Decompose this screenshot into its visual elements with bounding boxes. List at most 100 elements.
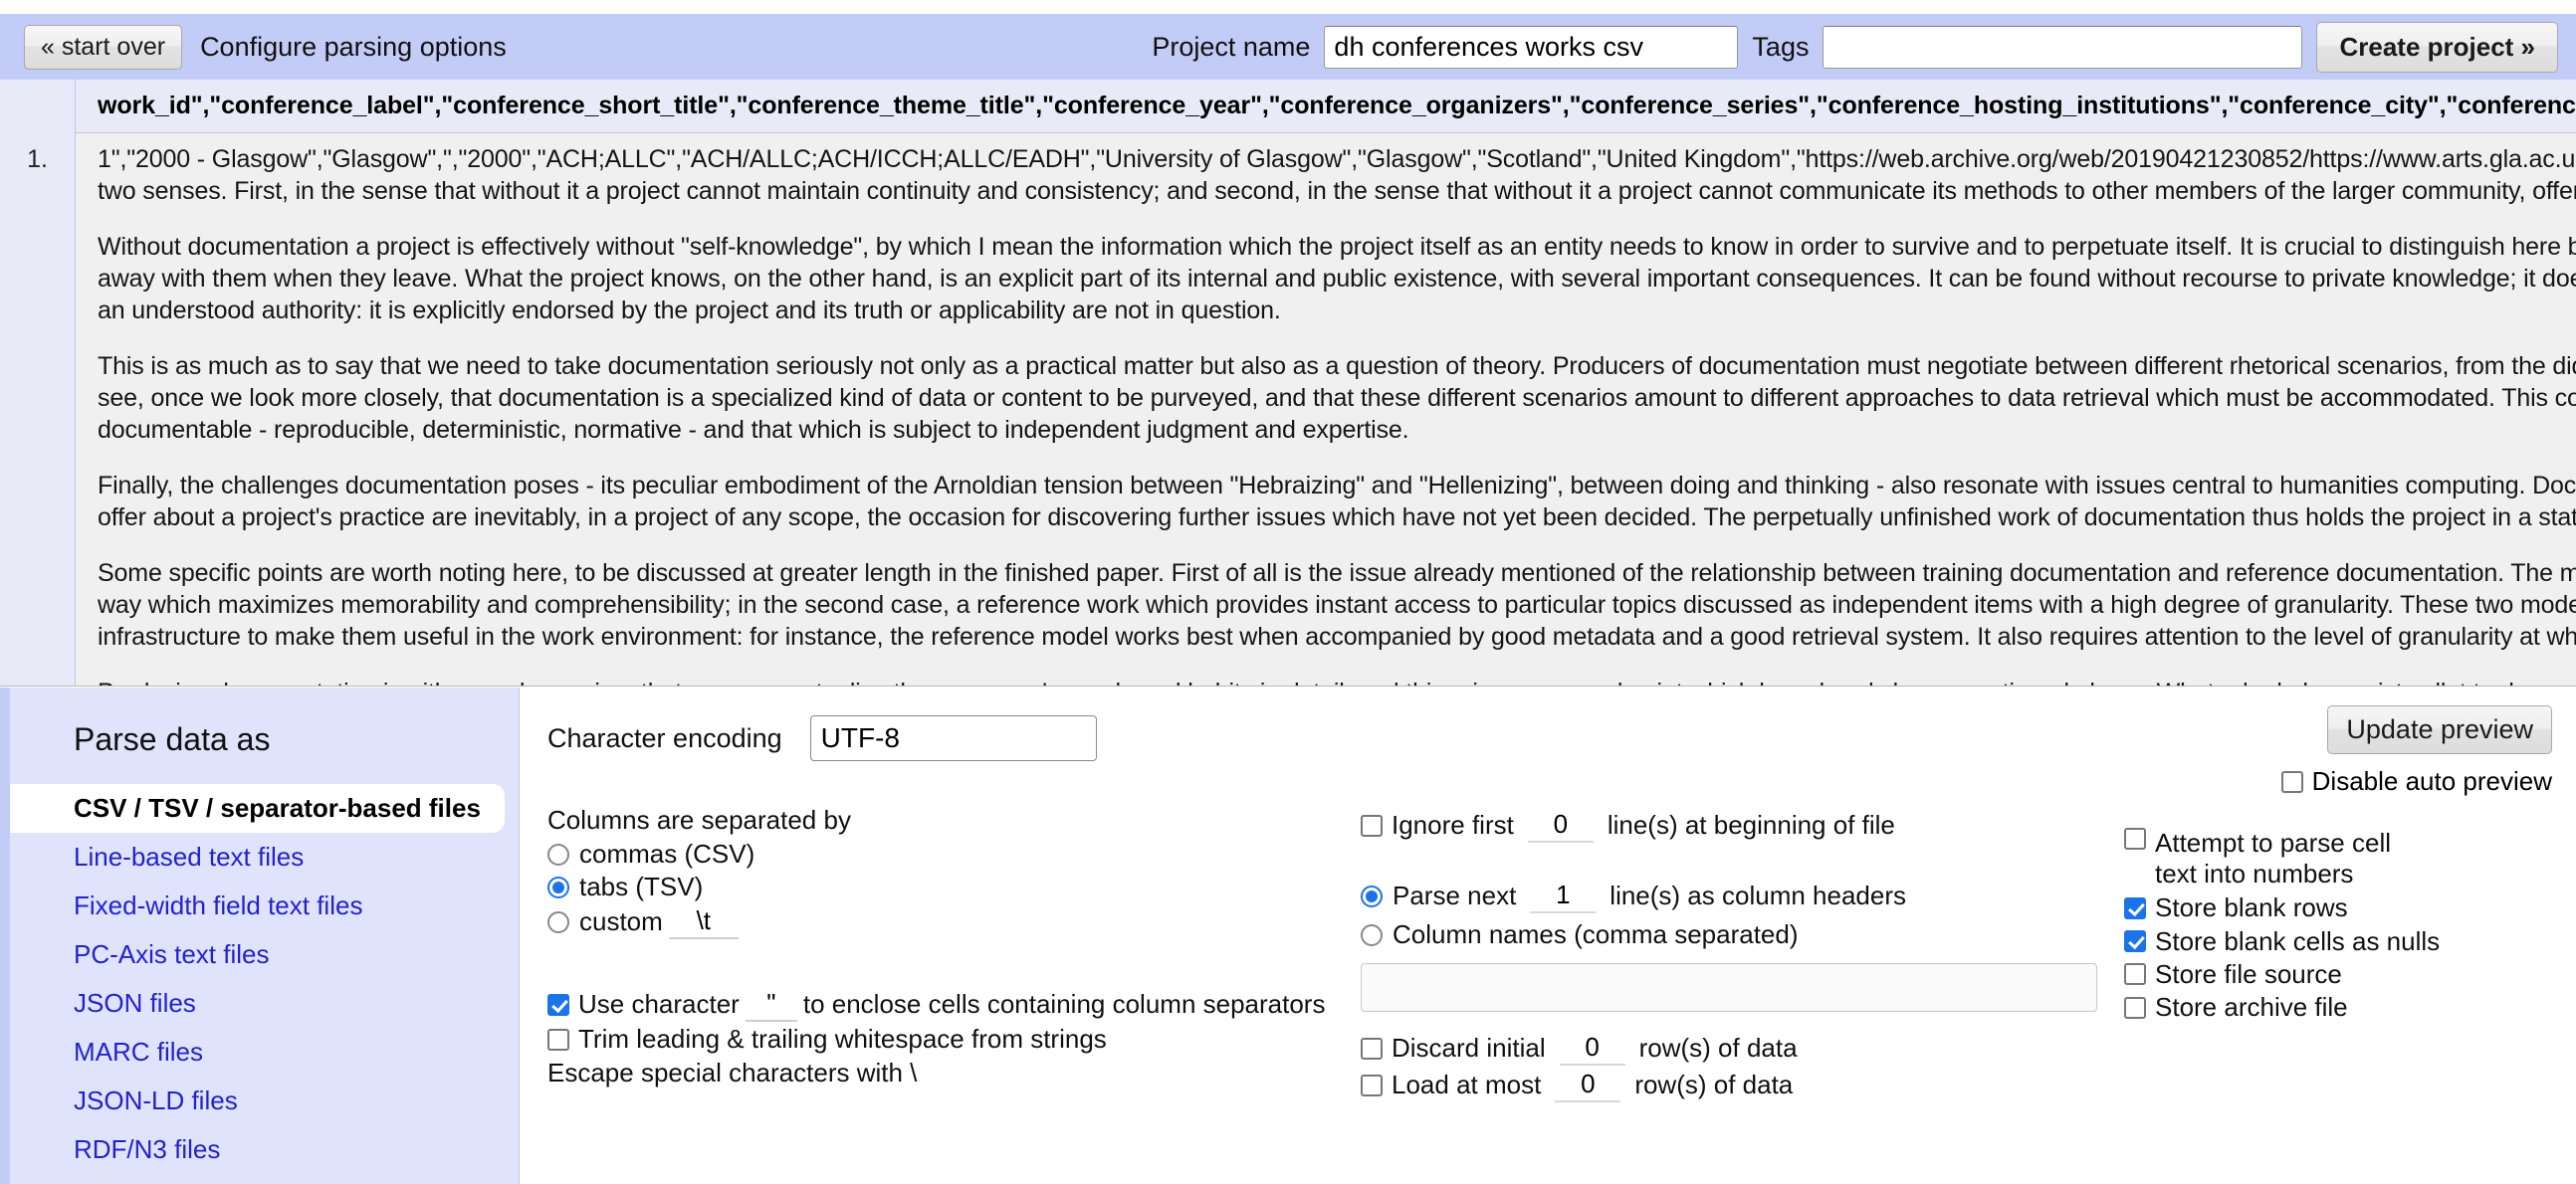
store-file-source-option[interactable]: Store file source	[2124, 958, 2552, 991]
radio-column-names-icon[interactable]	[1361, 923, 1383, 946]
store-file-source-label: Store file source	[2155, 958, 2342, 989]
checkbox-load-at-most-icon[interactable]	[1361, 1074, 1383, 1096]
ignore-first-suffix: line(s) at beginning of file	[1607, 809, 1895, 840]
project-name-label: Project name	[1152, 31, 1311, 62]
separator-custom-option[interactable]: custom	[547, 903, 1045, 940]
create-project-button[interactable]: Create project »	[2316, 21, 2558, 73]
preview-line: Some specific points are worth noting he…	[98, 559, 2576, 587]
store-blank-cells-as-nulls-option[interactable]: Store blank cells as nulls	[2124, 925, 2552, 958]
store-archive-file-label: Store archive file	[2155, 991, 2348, 1022]
sidebar-item-marc-files[interactable]: MARC files	[10, 1028, 519, 1077]
preview-data-row: 1. 1","2000 - Glasgow","Glasgow",","2000…	[0, 133, 2576, 686]
sidebar-item-json-ld-files[interactable]: JSON-LD files	[10, 1077, 519, 1125]
separator-tabs-label: tabs (TSV)	[579, 872, 704, 902]
preview-line: offer about a project's practice are ine…	[98, 503, 2576, 531]
discard-initial-suffix: row(s) of data	[1638, 1033, 1798, 1064]
radio-custom-icon[interactable]	[547, 910, 569, 933]
enclose-cells-label: to enclose cells containing column separ…	[802, 989, 1326, 1020]
preview-line-spacer	[98, 653, 2576, 677]
disable-auto-preview-option[interactable]: Disable auto preview	[2124, 766, 2552, 797]
sidebar-item-rdf-n3-files[interactable]: RDF/N3 files	[10, 1125, 519, 1174]
load-at-most-label: Load at most	[1392, 1070, 1542, 1100]
sidebar-item-json-files[interactable]: JSON files	[10, 979, 519, 1028]
discard-initial-input[interactable]	[1559, 1031, 1625, 1067]
sidebar-item-pc-axis-text-files[interactable]: PC-Axis text files	[10, 930, 519, 979]
ignore-first-option[interactable]: Ignore first line(s) at beginning of fil…	[1361, 805, 1918, 846]
options-panel: Character encoding Columns are separated…	[520, 688, 2576, 1184]
preview-line: infrastructure to make them useful in th…	[98, 623, 2576, 651]
tags-input[interactable]	[1823, 25, 2303, 69]
update-preview-button[interactable]: Update preview	[2327, 705, 2552, 754]
checkbox-use-quote-character-icon[interactable]	[547, 993, 569, 1016]
parse-data-as-sidebar: Parse data as CSV / TSV / separator-base…	[0, 688, 520, 1184]
checkbox-disable-auto-preview-icon[interactable]	[2280, 770, 2303, 793]
preview-line: This is as much as to say that we need t…	[98, 352, 2576, 380]
ignore-first-label: Ignore first	[1392, 809, 1514, 840]
quote-character-input[interactable]	[745, 987, 797, 1023]
parse-numbers-label-line1: Attempt to parse cell	[2155, 828, 2391, 858]
preview-header-gutter	[0, 80, 76, 133]
checkbox-store-blank-rows-icon[interactable]	[2124, 896, 2146, 919]
character-encoding-input[interactable]	[809, 715, 1097, 761]
checkbox-parse-numbers-icon[interactable]	[2124, 828, 2146, 850]
preview-and-storage-column: Update preview Disable auto preview Atte…	[2124, 705, 2552, 1024]
character-encoding-label: Character encoding	[547, 722, 782, 753]
sidebar-item-list: CSV / TSV / separator-based files Line-ba…	[10, 784, 519, 1174]
checkbox-ignore-first-icon[interactable]	[1361, 814, 1383, 837]
trim-whitespace-label: Trim leading & trailing whitespace from …	[578, 1024, 1107, 1055]
preview-line: see, once we look more closely, that doc…	[98, 384, 2576, 412]
trim-whitespace-option[interactable]: Trim leading & trailing whitespace from …	[547, 1023, 1107, 1056]
load-at-most-option[interactable]: Load at most row(s) of data	[1361, 1067, 1918, 1103]
character-encoding-row: Character encoding	[547, 715, 1097, 761]
separator-custom-label: custom	[579, 906, 663, 937]
disable-auto-preview-label: Disable auto preview	[2311, 766, 2552, 796]
parse-numbers-label-line2: text into numbers	[2155, 858, 2354, 888]
start-over-button[interactable]: « start over	[24, 24, 183, 70]
quote-character-option[interactable]: Use character to enclose cells containin…	[547, 986, 1325, 1023]
store-archive-file-option[interactable]: Store archive file	[2124, 991, 2552, 1024]
preview-line: Without documentation a project is effec…	[98, 233, 2576, 261]
column-names-input[interactable]	[1361, 963, 2097, 1013]
column-names-label: Column names (comma separated)	[1393, 919, 1799, 949]
column-names-option[interactable]: Column names (comma separated)	[1361, 916, 1918, 953]
top-toolbar: « start over Configure parsing options P…	[0, 14, 2576, 80]
discard-initial-option[interactable]: Discard initial row(s) of data	[1361, 1030, 1918, 1067]
sidebar-item-csv-tsv-separator-based-files[interactable]: CSV / TSV / separator-based files	[10, 784, 505, 833]
storage-options-list: Attempt to parse cell text into numbers …	[2124, 825, 2552, 1024]
checkbox-store-archive-file-icon[interactable]	[2124, 996, 2146, 1019]
escape-characters-row: Escape special characters with \	[547, 1057, 1045, 1089]
store-blank-rows-option[interactable]: Store blank rows	[2124, 891, 2552, 924]
load-at-most-input[interactable]	[1555, 1068, 1621, 1103]
sidebar-item-fixed-width-field-text-files[interactable]: Fixed-width field text files	[10, 882, 519, 930]
radio-tabs-icon[interactable]	[547, 876, 569, 898]
checkbox-store-file-source-icon[interactable]	[2124, 963, 2146, 986]
discard-initial-label: Discard initial	[1392, 1033, 1546, 1064]
preview-line-spacer	[98, 533, 2576, 557]
checkbox-store-blank-cells-icon[interactable]	[2124, 930, 2146, 953]
radio-commas-icon[interactable]	[547, 843, 569, 866]
preview-column-header-text: work_id","conference_label","conference_…	[98, 92, 2576, 119]
separator-tabs-option[interactable]: tabs (TSV)	[547, 871, 1045, 903]
parse-next-option[interactable]: Parse next line(s) as column headers	[1361, 876, 1918, 916]
sidebar-title: Parse data as	[74, 721, 271, 757]
parse-next-label: Parse next	[1393, 880, 1517, 910]
sidebar-item-line-based-text-files[interactable]: Line-based text files	[10, 833, 519, 882]
separator-custom-input[interactable]	[668, 904, 739, 940]
data-preview-pane: work_id","conference_label","conference_…	[0, 80, 2576, 687]
ignore-first-input[interactable]	[1527, 808, 1594, 843]
project-name-input[interactable]	[1324, 25, 1739, 69]
preview-line: Finally, the challenges documentation po…	[98, 472, 2576, 499]
preview-line: an understood authority: it is explicitl…	[98, 296, 1281, 324]
parse-numbers-option[interactable]: Attempt to parse cell text into numbers	[2124, 825, 2552, 891]
radio-parse-next-icon[interactable]	[1361, 885, 1383, 907]
escape-characters-label: Escape special characters with \	[547, 1057, 918, 1087]
checkbox-discard-initial-icon[interactable]	[1361, 1037, 1383, 1060]
parse-next-input[interactable]	[1530, 879, 1597, 913]
preview-line: documentable - reproducible, determinist…	[98, 416, 1409, 444]
preview-line: two senses. First, in the sense that wit…	[98, 177, 2576, 205]
preview-line-spacer	[98, 207, 2576, 231]
update-preview-row: Update preview	[2124, 705, 2552, 754]
preview-line-spacer	[98, 446, 2576, 470]
checkbox-trim-whitespace-icon[interactable]	[547, 1028, 569, 1051]
separator-commas-option[interactable]: commas (CSV)	[547, 838, 1045, 871]
